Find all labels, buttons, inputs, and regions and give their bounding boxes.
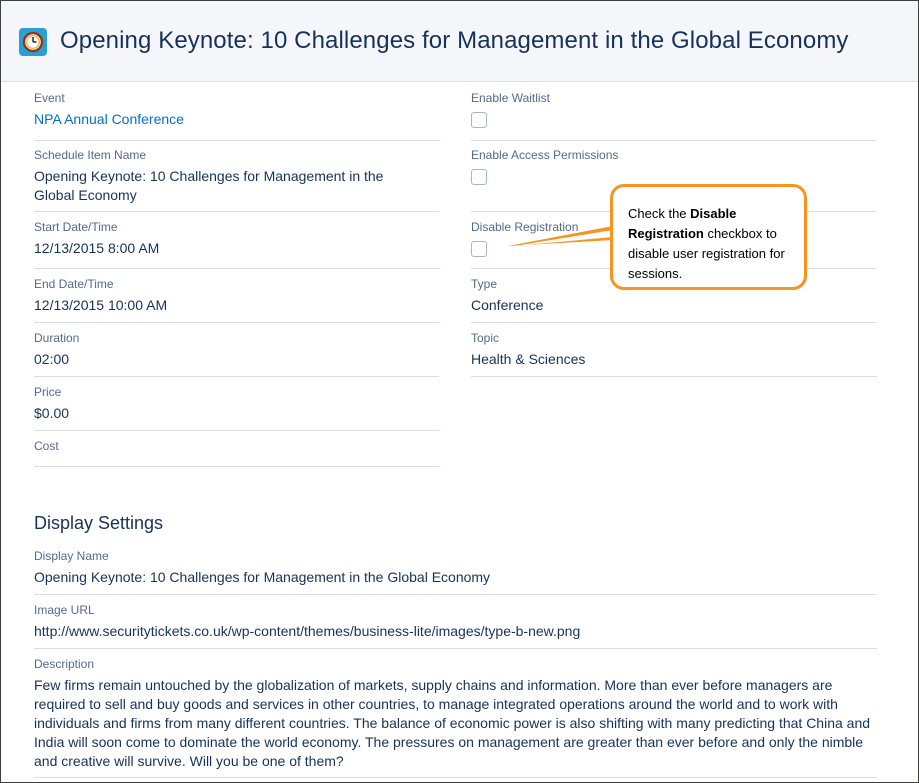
field-label: Duration [34,331,80,345]
record-detail-window: Opening Keynote: 10 Challenges for Manag… [0,0,919,783]
field-label: Start Date/Time [34,220,118,234]
field-label: Schedule Item Name [34,148,147,162]
field-topic: Topic Health & Sciences [471,331,877,377]
field-value: 12/13/2015 10:00 AM [34,297,168,313]
field-value: Opening Keynote: 10 Challenges for Manag… [34,168,384,203]
field-image-url: Image URL http://www.securitytickets.co.… [34,603,877,649]
field-event: Event NPA Annual Conference [34,91,439,141]
field-value: 12/13/2015 8:00 AM [34,240,160,256]
field-schedule-item-name: Schedule Item Name Opening Keynote: 10 C… [34,148,439,212]
field-label: Price [34,385,62,399]
field-enable-waitlist: Enable Waitlist [471,91,877,141]
section-title-display-settings: Display Settings [34,513,164,533]
field-label: Event [34,91,65,105]
field-label: End Date/Time [34,277,114,291]
enable-waitlist-checkbox[interactable] [471,112,487,128]
field-duration: Duration 02:00 [34,331,439,377]
field-label: Display Name [34,549,109,563]
page-title: Opening Keynote: 10 Challenges for Manag… [60,27,849,54]
field-end-date-time: End Date/Time 12/13/2015 10:00 AM [34,277,439,323]
field-display-name: Display Name Opening Keynote: 10 Challen… [34,549,877,595]
field-label: Topic [471,331,500,345]
field-value: http://www.securitytickets.co.uk/wp-cont… [34,623,581,639]
field-value: Opening Keynote: 10 Challenges for Manag… [34,569,491,585]
field-price: Price $0.00 [34,385,439,431]
field-label: Type [471,277,498,291]
field-value: $0.00 [34,405,70,421]
field-value: Few firms remain untouched by the global… [34,677,871,769]
field-description: Description Few firms remain untouched b… [34,657,877,778]
field-label: Image URL [34,603,95,617]
field-label: Cost [34,439,59,453]
field-value: 02:00 [34,351,70,367]
field-value: Health & Sciences [471,351,586,367]
field-cost: Cost [34,439,439,467]
event-link[interactable]: NPA Annual Conference [34,110,184,129]
callout-text: Check the Disable Registration checkbox … [628,204,808,284]
callout-prefix: Check the [628,206,691,221]
clock-icon [19,28,47,56]
record-header: Opening Keynote: 10 Challenges for Manag… [1,1,918,82]
enable-access-permissions-checkbox[interactable] [471,169,487,185]
disable-registration-checkbox[interactable] [471,241,487,257]
field-start-date-time: Start Date/Time 12/13/2015 8:00 AM [34,220,439,269]
field-label: Enable Waitlist [471,91,550,105]
field-label: Enable Access Permissions [471,148,619,162]
callout-tooltip: Check the Disable Registration checkbox … [610,184,807,290]
field-label: Description [34,657,95,671]
field-label: Disable Registration [471,220,579,234]
field-value: Conference [471,297,544,313]
